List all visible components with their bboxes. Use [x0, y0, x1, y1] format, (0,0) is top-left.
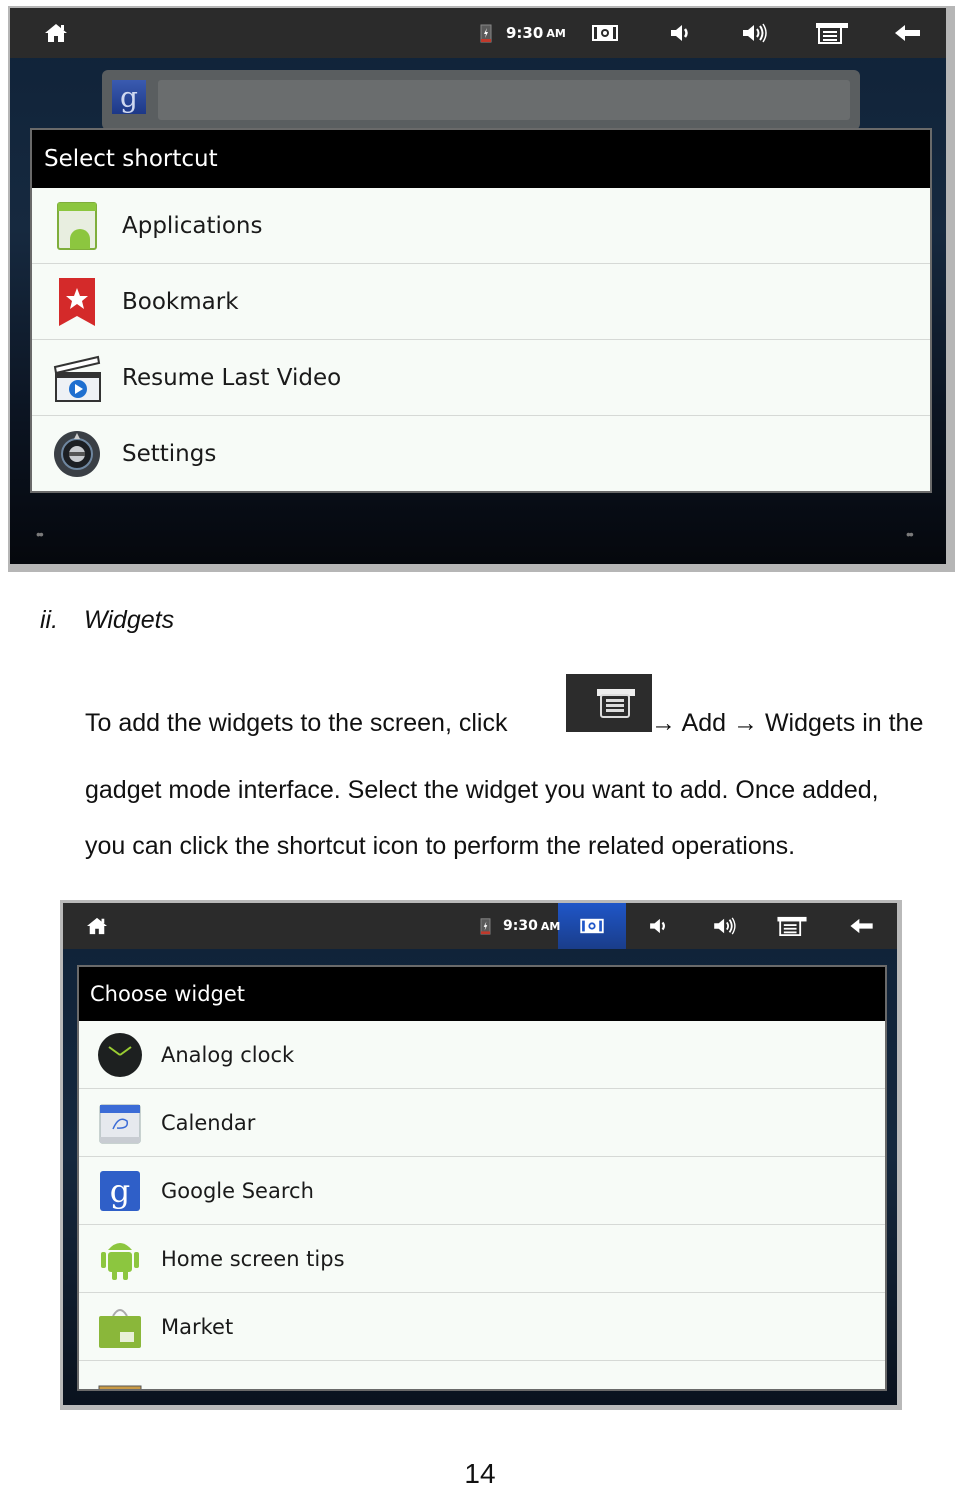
select-shortcut-dialog: Select shortcut Applications Bookmark Re… [30, 128, 932, 493]
screenshot-icon[interactable] [588, 8, 622, 58]
list-item-resume-last-video[interactable]: Resume Last Video [32, 340, 930, 416]
list-item-settings[interactable]: Settings [32, 416, 930, 491]
video-clapper-icon [32, 353, 122, 403]
calendar-icon [79, 1101, 161, 1145]
google-search-widget[interactable]: g [102, 70, 860, 130]
search-field[interactable] [158, 80, 850, 120]
status-bar: 9:30 AM [10, 8, 946, 58]
tablet-screen: 9:30 AM Choose widget Analog clock Calen… [63, 903, 897, 1405]
analog-clock-icon [79, 1032, 161, 1078]
screenshot-choose-widget: 9:30 AM Choose widget Analog clock Calen… [60, 900, 902, 1410]
list-item-analog-clock[interactable]: Analog clock [79, 1021, 885, 1089]
dialog-title: Choose widget [79, 967, 885, 1021]
pager-left-dots[interactable]: •• [36, 526, 44, 542]
list-item-partial[interactable] [79, 1361, 885, 1389]
picture-frame-icon [79, 1372, 161, 1389]
list-item-label: Analog clock [161, 1042, 295, 1067]
section-title: Widgets [84, 606, 175, 634]
tablet-screen: 9:30 AM g Select shortcut Applications B… [10, 8, 946, 564]
paragraph-line-1-after: → Add → Widgets in the [651, 709, 924, 737]
back-icon[interactable] [888, 8, 928, 58]
list-item-bookmark[interactable]: Bookmark [32, 264, 930, 340]
clock-ampm: AM [546, 26, 566, 40]
clock-time: 9:30 [503, 918, 538, 934]
android-robot-icon [79, 1236, 161, 1282]
menu-icon [566, 674, 652, 732]
market-bag-icon [79, 1304, 161, 1350]
home-icon[interactable] [79, 903, 115, 949]
pager-right-dots[interactable]: •• [906, 526, 914, 542]
paragraph-line-3: you can click the shortcut icon to perfo… [85, 832, 796, 860]
list-item-label: Google Search [161, 1178, 314, 1203]
clock: 9:30 AM [503, 903, 560, 949]
list-item-label: Market [161, 1314, 234, 1339]
back-icon[interactable] [843, 903, 881, 949]
clock-time: 9:30 [506, 24, 544, 42]
applications-icon [32, 201, 122, 251]
status-bar: 9:30 AM [63, 903, 897, 949]
bookmark-icon [32, 276, 122, 328]
volume-up-icon[interactable] [709, 903, 741, 949]
list-item-label: Home screen tips [161, 1246, 345, 1271]
google-search-icon: g [79, 1170, 161, 1212]
battery-icon [476, 8, 496, 58]
screenshot-icon[interactable] [575, 903, 609, 949]
clock-ampm: AM [540, 919, 561, 933]
list-item-applications[interactable]: Applications [32, 188, 930, 264]
clock: 9:30 AM [506, 8, 566, 58]
section-number: ii. [40, 606, 59, 634]
list-item-label: Bookmark [122, 288, 239, 315]
section-heading: ii. Widgets [40, 606, 174, 635]
google-logo-icon: g [112, 80, 146, 114]
volume-down-icon[interactable] [664, 8, 698, 58]
menu-icon[interactable] [812, 8, 852, 58]
list-item-label: Calendar [161, 1110, 256, 1135]
list-item-label: Settings [122, 440, 217, 467]
list-item-market[interactable]: Market [79, 1293, 885, 1361]
list-item-label: Resume Last Video [122, 364, 342, 391]
svg-text:g: g [110, 1172, 130, 1210]
dialog-title: Select shortcut [32, 130, 930, 188]
list-item-calendar[interactable]: Calendar [79, 1089, 885, 1157]
volume-down-icon[interactable] [643, 903, 675, 949]
paragraph-line-1-before: To add the widgets to the screen, click [85, 709, 508, 737]
settings-icon [32, 429, 122, 479]
paragraph-line-2: gadget mode interface. Select the widget… [85, 776, 879, 804]
choose-widget-dialog: Choose widget Analog clock Calendar g Go… [77, 965, 887, 1391]
home-icon[interactable] [36, 8, 76, 58]
list-item-home-screen-tips[interactable]: Home screen tips [79, 1225, 885, 1293]
volume-up-icon[interactable] [738, 8, 772, 58]
screenshot-select-shortcut: 9:30 AM g Select shortcut Applications B… [8, 6, 955, 572]
battery-icon [475, 903, 495, 949]
page-number: 14 [464, 1458, 496, 1489]
menu-icon[interactable] [773, 903, 811, 949]
list-item-google-search[interactable]: g Google Search [79, 1157, 885, 1225]
list-item-label: Applications [122, 212, 263, 239]
